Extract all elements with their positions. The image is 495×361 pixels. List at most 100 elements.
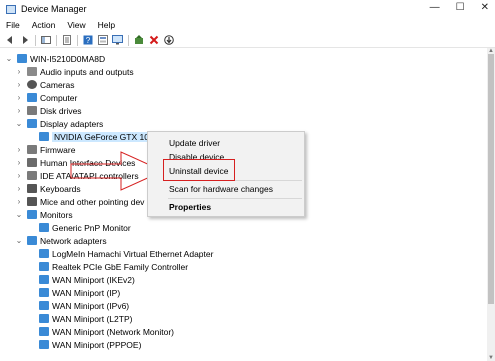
tree-category-label: Monitors xyxy=(40,209,73,220)
menu-action[interactable]: Action xyxy=(26,20,62,30)
tree-device[interactable]: WAN Miniport (PPPOE) xyxy=(27,338,141,351)
computer-icon xyxy=(17,54,27,63)
tree-root-label: WIN-I5210D0MA8D xyxy=(30,53,106,64)
expand-chevron-icon[interactable]: › xyxy=(15,171,23,180)
tree-category-label: Network adapters xyxy=(40,235,107,246)
tree-category-label: Computer xyxy=(40,92,78,103)
monitor-icon xyxy=(27,210,37,219)
forward-icon[interactable] xyxy=(19,35,30,46)
tree-device-label: WAN Miniport (Network Monitor) xyxy=(52,326,175,337)
menu-bar: File Action View Help xyxy=(0,18,495,32)
expand-chevron-icon[interactable]: › xyxy=(15,184,23,193)
tree-device-nvidia-gpu[interactable]: NVIDIA GeForce GTX 1050 xyxy=(27,130,161,143)
tree-device-label: LogMeIn Hamachi Virtual Ethernet Adapter xyxy=(52,248,214,259)
audio-icon xyxy=(27,67,37,76)
properties-icon[interactable] xyxy=(61,35,72,46)
vertical-scrollbar[interactable]: ▲ ▼ xyxy=(487,48,495,361)
collapse-chevron-icon[interactable]: ⌄ xyxy=(15,119,23,128)
toolbar-separator xyxy=(128,34,129,46)
tree-device[interactable]: WAN Miniport (IP) xyxy=(27,286,120,299)
expand-chevron-icon[interactable]: › xyxy=(15,145,23,154)
toolbar-separator xyxy=(35,34,36,46)
tree-category[interactable]: ⌄ Monitors xyxy=(15,208,73,221)
network-icon xyxy=(27,236,37,245)
tree-device[interactable]: WAN Miniport (IKEv2) xyxy=(27,273,135,286)
tree-category-label: Audio inputs and outputs xyxy=(40,66,134,77)
toolbar: ? xyxy=(0,33,495,48)
tree-category[interactable]: ⌄ Display adapters xyxy=(15,117,104,130)
annotation-highlight-box xyxy=(163,159,235,181)
tree-category[interactable]: › Computer xyxy=(15,91,78,104)
tree-category[interactable]: › Audio inputs and outputs xyxy=(15,65,134,78)
back-icon[interactable] xyxy=(4,35,15,46)
expand-chevron-icon[interactable]: › xyxy=(15,197,23,206)
network-adapter-icon xyxy=(39,301,49,310)
tree-device[interactable]: WAN Miniport (IPv6) xyxy=(27,299,129,312)
tree-category[interactable]: › Cameras xyxy=(15,78,75,91)
tree-category[interactable]: › Mice and other pointing dev xyxy=(15,195,145,208)
network-adapter-icon xyxy=(39,340,49,349)
show-hide-tree-icon[interactable] xyxy=(40,35,51,46)
expand-chevron-icon[interactable]: › xyxy=(15,67,23,76)
camera-icon xyxy=(27,80,37,89)
download-icon[interactable] xyxy=(163,35,174,46)
tree-device-label: WAN Miniport (IKEv2) xyxy=(52,274,135,285)
properties-menu-item[interactable]: Properties xyxy=(169,202,211,212)
hid-icon xyxy=(27,158,37,167)
ide-icon xyxy=(27,171,37,180)
tree-device[interactable]: Realtek PCIe GbE Family Controller xyxy=(27,260,188,273)
monitor-icon xyxy=(39,223,49,232)
tree-root[interactable]: ⌄ WIN-I5210D0MA8D xyxy=(5,52,105,65)
window-controls: — ☐ ✕ xyxy=(430,2,489,13)
tree-device-label: WAN Miniport (IP) xyxy=(52,287,121,298)
toolbar-separator xyxy=(77,34,78,46)
expand-chevron-icon[interactable]: › xyxy=(15,106,23,115)
collapse-chevron-icon[interactable]: ⌄ xyxy=(15,210,23,219)
mouse-icon xyxy=(27,197,37,206)
display-adapter-icon xyxy=(27,119,37,128)
collapse-chevron-icon[interactable]: ⌄ xyxy=(15,236,23,245)
tree-device-label: WAN Miniport (IPv6) xyxy=(52,300,130,311)
disk-icon xyxy=(27,106,37,115)
menu-file[interactable]: File xyxy=(0,20,26,30)
tree-device-label: WAN Miniport (L2TP) xyxy=(52,313,133,324)
title-bar: Device Manager — ☐ ✕ xyxy=(0,0,495,18)
tree-device-label: Generic PnP Monitor xyxy=(52,222,131,233)
scroll-down-icon[interactable]: ▼ xyxy=(488,355,494,361)
help-icon[interactable]: ? xyxy=(82,35,93,46)
toolbar-separator xyxy=(56,34,57,46)
tree-device-label: Realtek PCIe GbE Family Controller xyxy=(52,261,189,272)
tree-device[interactable]: WAN Miniport (Network Monitor) xyxy=(27,325,174,338)
expand-chevron-icon[interactable]: › xyxy=(15,93,23,102)
tree-category[interactable]: ⌄ Network adapters xyxy=(15,234,107,247)
uninstall-icon[interactable] xyxy=(148,35,159,46)
tree-category-label: Display adapters xyxy=(40,118,104,129)
minimize-button[interactable]: — xyxy=(430,2,440,13)
update-driver-icon[interactable] xyxy=(133,35,144,46)
menu-separator xyxy=(168,198,302,199)
scan-for-hardware-changes-menu-item[interactable]: Scan for hardware changes xyxy=(169,184,273,194)
gpu-icon xyxy=(39,132,49,141)
tree-category[interactable]: › Disk drives xyxy=(15,104,82,117)
network-adapter-icon xyxy=(39,288,49,297)
close-button[interactable]: ✕ xyxy=(481,2,489,13)
tree-device[interactable]: LogMeIn Hamachi Virtual Ethernet Adapter xyxy=(27,247,213,260)
network-adapter-icon xyxy=(39,275,49,284)
menu-help[interactable]: Help xyxy=(92,20,121,30)
expand-chevron-icon[interactable]: › xyxy=(15,80,23,89)
tree-device[interactable]: Generic PnP Monitor xyxy=(27,221,131,234)
firmware-icon xyxy=(27,145,37,154)
menu-view[interactable]: View xyxy=(61,20,91,30)
update-driver-menu-item[interactable]: Update driver xyxy=(169,138,220,148)
monitor-scan-icon[interactable] xyxy=(112,35,123,46)
scrollbar-thumb[interactable] xyxy=(488,54,494,304)
tree-device[interactable]: WAN Miniport (L2TP) xyxy=(27,312,132,325)
maximize-button[interactable]: ☐ xyxy=(456,2,465,13)
network-adapter-icon xyxy=(39,249,49,258)
properties-sheet-icon[interactable] xyxy=(97,35,108,46)
tree-category-label: Cameras xyxy=(40,79,75,90)
tree-device-label: WAN Miniport (PPPOE) xyxy=(52,339,142,350)
expand-chevron-icon[interactable]: › xyxy=(15,158,23,167)
collapse-chevron-icon[interactable]: ⌄ xyxy=(5,54,13,63)
tree-category[interactable]: › Firmware xyxy=(15,143,76,156)
